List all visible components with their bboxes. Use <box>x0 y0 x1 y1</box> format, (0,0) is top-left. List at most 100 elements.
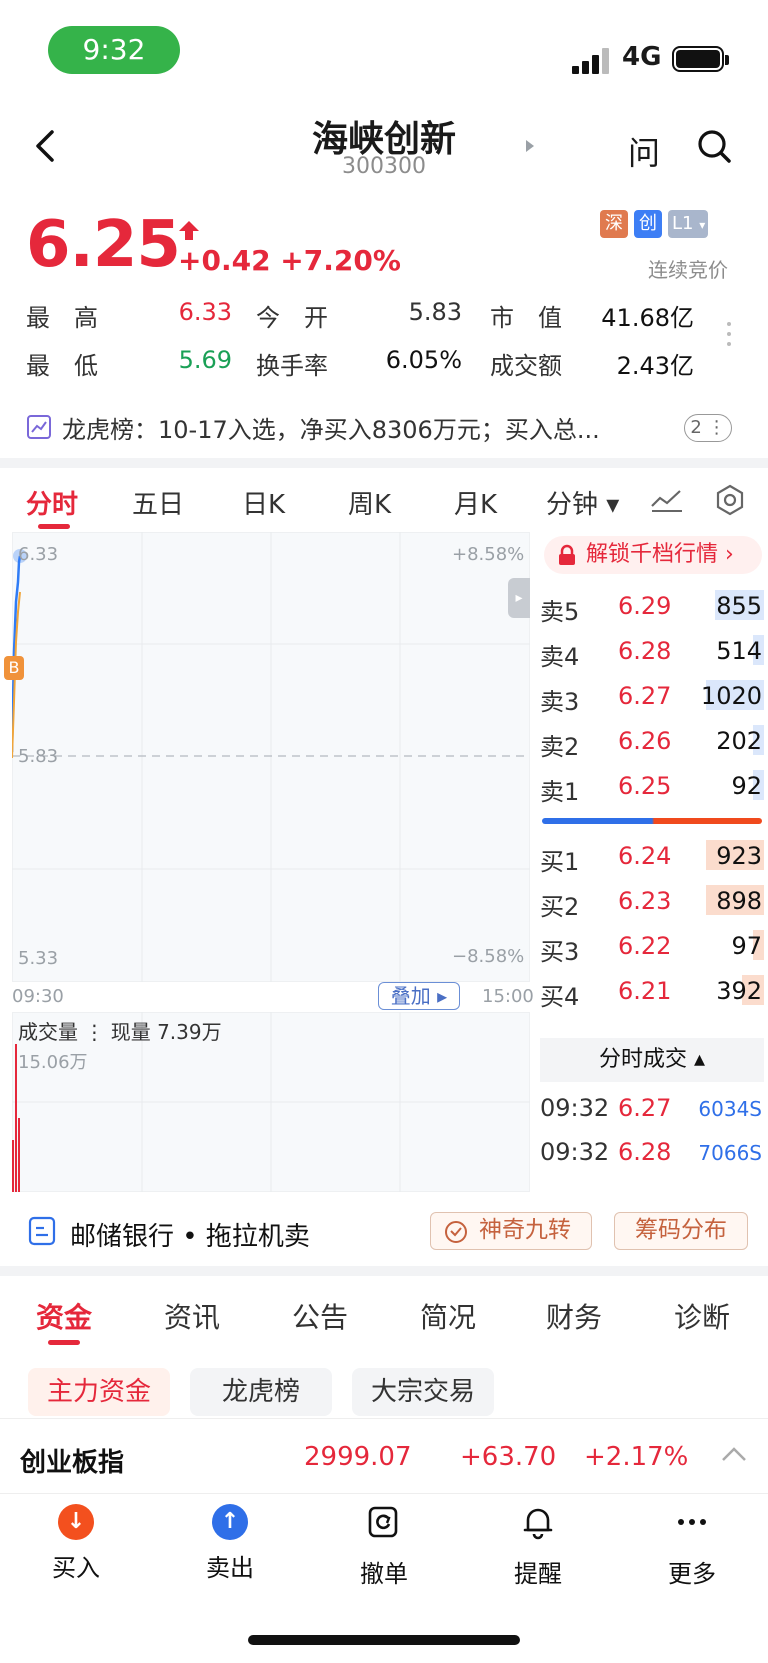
tab-five-day[interactable]: 五日 <box>132 484 184 521</box>
ask-qty: 92 <box>731 772 762 800</box>
ask-level[interactable]: 卖2 6.26 202 <box>540 719 764 763</box>
chevron-up-icon[interactable] <box>720 1444 748 1464</box>
tab-minute[interactable]: 分钟 ▾ <box>546 484 619 521</box>
chart-trend-icon <box>27 415 51 439</box>
ask-label: 卖5 <box>540 598 580 626</box>
index-change-pct: +2.17% <box>584 1442 689 1472</box>
ask-level[interactable]: 卖5 6.29 855 <box>540 584 764 628</box>
ask-level[interactable]: 卖4 6.28 514 <box>540 629 764 673</box>
ask-price: 6.27 <box>618 682 672 710</box>
home-indicator[interactable] <box>248 1635 520 1645</box>
ask-button[interactable]: 问 <box>628 128 660 174</box>
nav-more-label: 更多 <box>668 1560 716 1588</box>
bid-price: 6.22 <box>618 932 672 960</box>
bid-price: 6.24 <box>618 842 672 870</box>
tick-volume: 6034S <box>698 1097 762 1121</box>
chip-main-funds[interactable]: 主力资金 <box>28 1368 170 1416</box>
bid-level[interactable]: 买2 6.23 898 <box>540 879 764 923</box>
nav-more[interactable]: 更多 <box>642 1504 742 1589</box>
lhb-banner[interactable]: 龙虎榜：10-17入选，净买入8306万元；买入总... <box>62 410 600 445</box>
settings-icon[interactable] <box>714 484 746 516</box>
tab-news[interactable]: 资讯 <box>164 1296 220 1336</box>
last-price: 6.25 <box>26 208 181 282</box>
lhb-count-badge[interactable]: 2 ⋮ <box>684 414 732 442</box>
nav-cancel-order[interactable]: 撤单 <box>334 1504 434 1589</box>
divider <box>0 1266 768 1276</box>
ask-level[interactable]: 卖3 6.27 1020 <box>540 674 764 718</box>
ask-level[interactable]: 卖1 6.25 92 <box>540 764 764 808</box>
bid-level[interactable]: 买3 6.22 97 <box>540 924 764 968</box>
index-value: 2999.07 <box>304 1442 412 1472</box>
next-stock-icon[interactable] <box>526 140 534 152</box>
tick-time: 09:32 <box>540 1138 610 1166</box>
signal-icon <box>572 46 614 74</box>
tab-financials[interactable]: 财务 <box>546 1296 602 1336</box>
ask-qty: 202 <box>716 727 762 755</box>
market-tag-chuang: 创 <box>634 210 662 238</box>
intraday-chart-grid <box>12 532 530 982</box>
start-time-label: 09:30 <box>12 986 64 1007</box>
bid-qty: 923 <box>716 842 762 870</box>
nav-alert-label: 提醒 <box>514 1560 562 1588</box>
amount-value: 2.43亿 <box>616 352 694 380</box>
battery-icon <box>672 46 729 72</box>
chip-lhb[interactable]: 龙虎榜 <box>190 1368 332 1416</box>
tab-diagnosis[interactable]: 诊断 <box>674 1296 730 1336</box>
tick-price: 6.27 <box>618 1094 672 1122</box>
tab-weekly-k[interactable]: 周K <box>348 484 391 521</box>
turnover-value: 6.05% <box>385 346 462 374</box>
strategy-text[interactable]: 邮储银行 • 拖拉机卖 <box>70 1216 310 1253</box>
ask-price: 6.29 <box>618 592 672 620</box>
buy-marker[interactable]: B <box>4 656 24 680</box>
bid-label: 买1 <box>540 848 580 876</box>
nav-alert[interactable]: 提醒 <box>488 1504 588 1589</box>
check-circle-icon <box>445 1221 467 1243</box>
overlay-button[interactable]: 叠加 ▸ <box>378 982 460 1010</box>
price-low-label: 5.33 <box>18 948 59 969</box>
nav-sell[interactable]: ↑ 卖出 <box>180 1504 280 1583</box>
search-icon[interactable] <box>696 128 732 164</box>
index-name: 创业板指 <box>20 1448 125 1478</box>
market-tag-shen: 深 <box>600 210 628 238</box>
chip-distribution-button[interactable]: 筹码分布 <box>614 1212 748 1250</box>
ask-price: 6.26 <box>618 727 672 755</box>
bid-level[interactable]: 买4 6.21 392 <box>540 969 764 1013</box>
tab-monthly-k[interactable]: 月K <box>454 484 497 521</box>
expand-chart-icon[interactable]: ▸ <box>508 578 530 618</box>
cancel-order-icon <box>368 1506 398 1538</box>
ask-qty: 1020 <box>700 682 762 710</box>
tab-daily-k[interactable]: 日K <box>242 484 285 521</box>
ask-label: 卖1 <box>540 778 580 806</box>
active-tab-indicator <box>38 524 70 529</box>
bid-qty: 392 <box>716 977 762 1005</box>
tick-price: 6.28 <box>618 1138 672 1166</box>
open-value: 5.83 <box>408 298 462 326</box>
buy-icon: ↓ <box>58 1504 94 1540</box>
open-label: 今 开 <box>256 304 328 332</box>
tab-profile[interactable]: 简况 <box>420 1296 476 1336</box>
bid-label: 买2 <box>540 893 580 921</box>
bid-label: 买4 <box>540 983 580 1011</box>
volume-bar <box>15 1044 17 1192</box>
ask-price: 6.28 <box>618 637 672 665</box>
tab-funds[interactable]: 资金 <box>36 1296 92 1336</box>
sell-icon: ↑ <box>212 1504 248 1540</box>
ask-price: 6.25 <box>618 772 672 800</box>
volume-title[interactable]: 成交量 ⋮ 现量 7.39万 <box>18 1016 222 1045</box>
bid-price: 6.21 <box>618 977 672 1005</box>
document-icon <box>28 1216 56 1246</box>
buy-sell-ratio-bar <box>542 818 762 824</box>
chip-block-trade[interactable]: 大宗交易 <box>352 1368 494 1416</box>
bid-level[interactable]: 买1 6.24 923 <box>540 834 764 878</box>
nav-buy-label: 买入 <box>52 1554 100 1582</box>
level-tag[interactable]: L1 ▾ <box>668 210 708 238</box>
status-time: 9:32 <box>48 26 180 74</box>
nav-buy[interactable]: ↓ 买入 <box>26 1504 126 1583</box>
tab-intraday[interactable]: 分时 <box>26 484 78 521</box>
bell-icon <box>523 1508 553 1540</box>
up-arrow-icon <box>179 221 199 240</box>
more-stats-icon[interactable] <box>726 322 732 358</box>
indicator-icon[interactable] <box>650 486 684 514</box>
ticks-header[interactable]: 分时成交 ▴ <box>540 1038 764 1082</box>
tab-announcements[interactable]: 公告 <box>292 1296 348 1336</box>
